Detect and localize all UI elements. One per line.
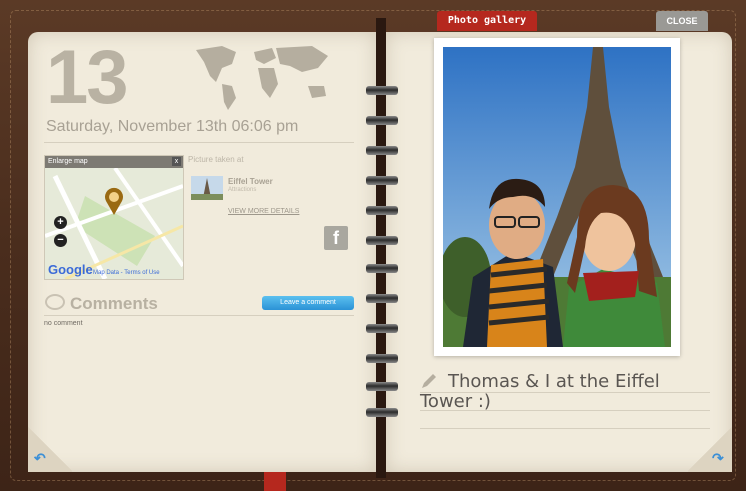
spiral-ring [366, 324, 398, 333]
close-button[interactable]: CLOSE [656, 11, 708, 31]
world-map-icon [196, 46, 328, 110]
spiral-ring [366, 236, 398, 245]
picture-taken-label: Picture taken at [188, 155, 244, 164]
divider [44, 315, 354, 316]
gallery-photo[interactable] [443, 47, 671, 347]
map-pin-icon [105, 187, 123, 215]
spiral-ring [366, 354, 398, 363]
place-thumbnail [191, 176, 223, 200]
map-streets [45, 156, 183, 279]
view-more-details-link[interactable]: VIEW MORE DETAILS [228, 208, 299, 215]
comments-title: Comments [70, 294, 158, 313]
spiral-ring [366, 146, 398, 155]
caption-rule [420, 410, 710, 411]
location-map[interactable]: Enlarge map x + − Google Map Data - Term… [44, 155, 184, 280]
redo-arrow-icon[interactable]: ↷ [712, 450, 724, 467]
divider [44, 142, 354, 143]
enlarge-map-link[interactable]: Enlarge map [45, 156, 183, 168]
spiral-ring [366, 86, 398, 95]
spiral-ring [366, 264, 398, 273]
zoom-out-button[interactable]: − [54, 234, 67, 247]
spiral-ring [366, 206, 398, 215]
spiral-ring [366, 382, 398, 391]
caption-rule [420, 428, 710, 429]
facebook-icon[interactable]: f [324, 226, 348, 250]
no-comment-text: no comment [44, 320, 83, 327]
leave-comment-button[interactable]: Leave a comment [262, 296, 354, 310]
entry-day-number: 13 [46, 35, 129, 120]
place-category: Attractions [228, 187, 257, 193]
google-logo: Google [48, 262, 93, 277]
entry-date-time: Saturday, November 13th 06:06 pm [46, 118, 299, 135]
speech-bubble-icon [45, 294, 65, 310]
map-close-icon[interactable]: x [172, 157, 181, 166]
place-name[interactable]: Eiffel Tower [228, 177, 273, 186]
spiral-ring [366, 408, 398, 417]
map-terms-link[interactable]: Map Data - Terms of Use [93, 270, 160, 276]
bookmark-ribbon[interactable] [264, 472, 286, 491]
spiral-ring [366, 294, 398, 303]
caption-rule [420, 392, 710, 393]
page-corner-next[interactable] [688, 426, 732, 472]
spiral-ring [366, 176, 398, 185]
zoom-in-button[interactable]: + [54, 216, 67, 229]
tab-photo-gallery[interactable]: Photo gallery [437, 11, 537, 31]
undo-arrow-icon[interactable]: ↶ [34, 450, 46, 467]
spiral-ring [366, 116, 398, 125]
photo-frame [434, 38, 680, 356]
